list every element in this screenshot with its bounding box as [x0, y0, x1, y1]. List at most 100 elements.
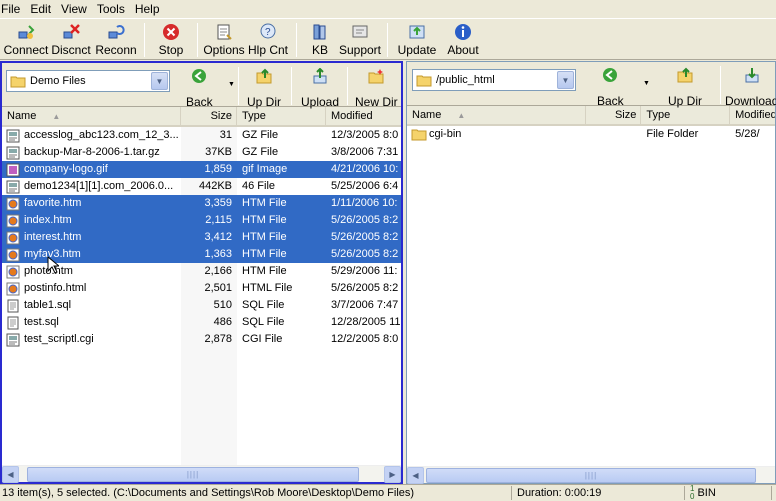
chevron-down-icon[interactable]: ▼	[151, 72, 168, 90]
file-name: test_scriptl.cgi	[24, 333, 94, 345]
column-size[interactable]: Size	[181, 107, 237, 125]
toolbar-separator	[296, 23, 297, 57]
remote-folder-name: /public_html	[436, 74, 495, 86]
file-row[interactable]: test_scriptl.cgi 2,878 CGI File 12/2/2005 8…	[2, 331, 401, 348]
stop-button[interactable]: Stop	[150, 19, 192, 59]
file-row[interactable]: test.sql 486 SQL File 12/28/2005 11	[2, 314, 401, 331]
text-file-icon	[6, 299, 20, 313]
file-size-cell: 3,412	[204, 231, 232, 243]
sort-ascending-icon: ▲	[52, 112, 61, 121]
about-button[interactable]: About	[441, 19, 485, 59]
column-modified[interactable]: Modified	[326, 107, 401, 125]
local-folder-select[interactable]: Demo Files ▼	[6, 70, 170, 92]
toolbar-button-label: Support	[338, 43, 382, 57]
back-dropdown-icon[interactable]: ▼	[643, 80, 650, 87]
file-modified-cell: 12/28/2005 11	[331, 316, 401, 328]
status-bar: 13 item(s), 5 selected. (C:\Documents an…	[0, 484, 776, 501]
html-file-icon	[6, 265, 20, 279]
folder-icon	[416, 75, 432, 86]
download-button[interactable]: Download	[725, 66, 776, 108]
menu-help[interactable]: Help	[131, 1, 166, 17]
local-pane: Demo Files ▼ Back ▼ Up Dir Upload New Di…	[0, 61, 403, 484]
remote-back-button[interactable]: Back	[597, 66, 624, 108]
scroll-right-icon[interactable]: ▶	[384, 465, 401, 483]
file-row[interactable]: myfav3.htm 1,363 HTM File 5/26/2005 8:2	[2, 246, 401, 263]
file-type-cell: HTM File	[242, 214, 287, 226]
text-file-icon	[6, 316, 20, 330]
file-name-cell: myfav3.htm	[2, 246, 181, 263]
kb-button[interactable]: KB	[302, 19, 338, 59]
archive-file-icon	[6, 129, 20, 143]
file-row[interactable]: favorite.htm 3,359 HTM File 1/11/2006 10:	[2, 195, 401, 212]
file-row[interactable]: cgi-bin File Folder 5/28/	[407, 126, 775, 143]
separator	[291, 67, 292, 105]
file-row[interactable]: photo.htm 2,166 HTM File 5/29/2006 11:	[2, 263, 401, 280]
file-row[interactable]: backup-Mar-8-2006-1.tar.gz 37KB GZ File 3/8…	[2, 144, 401, 161]
file-size-cell: 2,115	[205, 214, 232, 226]
scroll-left-icon[interactable]: ◀	[2, 465, 19, 483]
file-name-cell: test.sql	[2, 314, 181, 331]
toolbar-button-label: About	[447, 43, 479, 57]
menu-view[interactable]: View	[57, 1, 93, 17]
local-horizontal-scrollbar[interactable]: ◀ |||| ▶	[2, 465, 401, 483]
reconn-button[interactable]: Reconn	[93, 19, 139, 59]
remote-pane-toolbar: /public_html ▼ Back ▼ Up Dir Download	[407, 62, 776, 108]
update-button[interactable]: Update	[393, 19, 441, 59]
column-type[interactable]: Type	[641, 106, 731, 124]
column-modified[interactable]: Modified	[730, 106, 775, 124]
file-name: index.htm	[24, 214, 72, 226]
knowledge-base-icon	[311, 23, 329, 41]
scroll-thumb[interactable]: ||||	[27, 466, 359, 482]
back-dropdown-icon[interactable]: ▼	[228, 81, 235, 88]
file-row[interactable]: interest.htm 3,412 HTM File 5/26/2005 8:2	[2, 229, 401, 246]
support-button[interactable]: Support	[338, 19, 382, 59]
file-size-cell: 2,501	[204, 282, 232, 294]
remote-horizontal-scrollbar[interactable]: ◀ ||||	[407, 466, 775, 484]
help-contents-icon: ?	[259, 23, 277, 41]
file-name: cgi-bin	[429, 128, 462, 140]
toolbar-separator	[144, 23, 145, 57]
local-updir-button[interactable]: Up Dir	[247, 67, 281, 109]
file-type-cell: File Folder	[646, 128, 699, 140]
file-name-cell: company-logo.gif	[2, 161, 181, 178]
file-row[interactable]: postinfo.html 2,501 HTML File 5/26/2005 8:2	[2, 280, 401, 297]
file-row[interactable]: accesslog_abc123.com_12_3... 31 GZ File 12/…	[2, 127, 401, 144]
support-icon	[351, 23, 369, 41]
scroll-thumb[interactable]: ||||	[426, 467, 756, 483]
menu-edit[interactable]: Edit	[26, 1, 57, 17]
menu-bar: File Edit View Tools Help	[0, 0, 776, 18]
html-file-icon	[6, 197, 20, 211]
file-row[interactable]: table1.sql 510 SQL File 3/7/2006 7:47	[2, 297, 401, 314]
discnct-button[interactable]: Discnct	[49, 19, 93, 59]
toolbar-button-label: KB	[311, 43, 328, 57]
file-name-cell: favorite.htm	[2, 195, 181, 212]
hlp-cnt-button[interactable]: ? Hlp Cnt	[245, 19, 291, 59]
remote-folder-select[interactable]: /public_html ▼	[412, 69, 576, 91]
file-name: interest.htm	[24, 231, 82, 243]
file-name: test.sql	[24, 316, 59, 328]
local-back-button[interactable]: Back	[186, 67, 213, 109]
file-modified-cell: 12/3/2005 8:0	[331, 129, 399, 141]
menu-file[interactable]: File	[0, 1, 26, 17]
column-name[interactable]: Name ▲	[407, 106, 586, 124]
binary-mode-icon: 10	[690, 484, 695, 501]
remote-updir-button[interactable]: Up Dir	[668, 66, 702, 108]
column-name[interactable]: Name ▲	[2, 107, 181, 125]
menu-tools[interactable]: Tools	[93, 1, 131, 17]
file-row[interactable]: company-logo.gif 1,859 gif Image 4/21/2006 …	[2, 161, 401, 178]
file-size-cell: 37KB	[205, 146, 232, 158]
file-row[interactable]: demo1234[1][1].com_2006.0... 442KB 46 File…	[2, 178, 401, 195]
new-dir-button[interactable]: New Dir	[355, 67, 398, 109]
file-row[interactable]: index.htm 2,115 HTM File 5/26/2005 8:2	[2, 212, 401, 229]
update-icon	[408, 23, 426, 41]
file-modified-cell: 5/28/	[735, 128, 760, 140]
scroll-left-icon[interactable]: ◀	[407, 466, 424, 484]
options-button[interactable]: Options	[203, 19, 245, 59]
file-type-cell: HTM File	[242, 265, 287, 277]
connect-button[interactable]: Connect	[3, 19, 49, 59]
upload-button[interactable]: Upload	[301, 67, 339, 109]
column-size[interactable]: Size	[586, 106, 642, 124]
chevron-down-icon[interactable]: ▼	[557, 71, 574, 89]
column-type[interactable]: Type	[237, 107, 326, 125]
file-size-cell: 510	[213, 299, 232, 311]
